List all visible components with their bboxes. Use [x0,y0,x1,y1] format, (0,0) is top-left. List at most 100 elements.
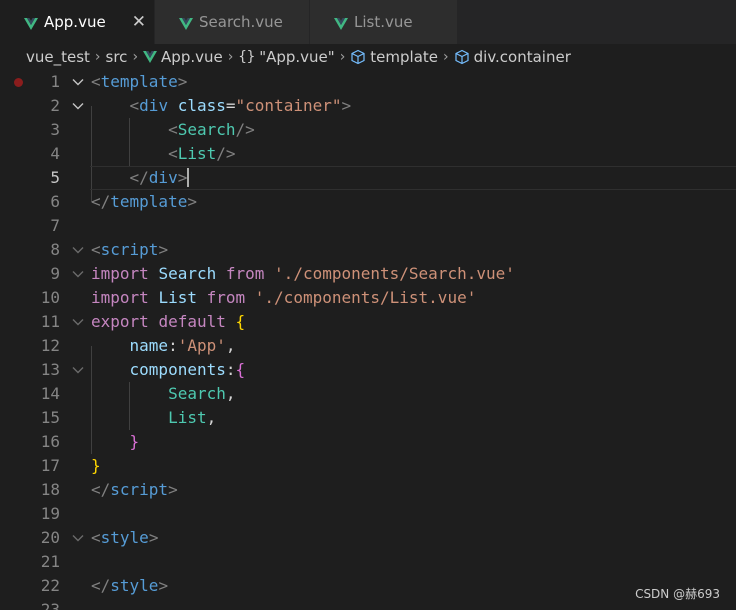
breadcrumb-file-label: App.vue [161,48,223,66]
code-line[interactable]: 9 import Search from './components/Searc… [0,262,736,286]
chevron-down-icon[interactable] [71,70,85,94]
breadcrumb-object-label: "App.vue" [259,48,335,66]
code-text: <Search/> [168,120,255,139]
code-text: } [129,432,140,451]
chevron-down-icon[interactable] [71,262,85,286]
line-number: 7 [50,216,60,235]
tab-list-vue[interactable]: List.vue [310,0,458,44]
breadcrumb-template[interactable]: template [350,48,438,66]
chevron-down-icon[interactable] [71,358,85,382]
breadcrumb-object[interactable]: {} "App.vue" [238,48,334,66]
code-editor[interactable]: 1 <template> 2 <div class="container"> 3… [0,70,736,610]
tab-bar: App.vue ✕ Search.vue List.vue [0,0,736,44]
line-number: 9 [50,264,60,283]
code-line[interactable]: 16 } [0,430,736,454]
line-number: 6 [50,192,60,211]
breadcrumb-element-label: div.container [473,48,571,66]
line-number: 18 [40,480,60,499]
chevron-right-icon: › [227,49,234,65]
vue-icon [143,51,158,63]
code-text: components:{ [129,360,246,379]
line-number: 21 [40,552,60,571]
code-text: List, [168,408,217,427]
tab-search-vue[interactable]: Search.vue [155,0,310,44]
code-text: </style> [91,576,169,595]
code-text: import List from './components/List.vue' [91,288,477,307]
code-line[interactable]: 14 Search, [0,382,736,406]
code-text: <List/> [168,144,236,163]
line-number: 8 [50,240,60,259]
line-number: 19 [40,504,60,523]
chevron-down-icon[interactable] [71,310,85,334]
code-text: <template> [91,72,188,91]
cube-icon [454,49,470,65]
watermark: CSDN @赫693 [635,587,720,601]
code-line[interactable]: 19 [0,502,736,526]
line-number: 10 [40,288,60,307]
code-text: </div> [129,168,190,187]
code-line[interactable]: 6 </template> [0,190,736,214]
chevron-down-icon[interactable] [71,94,85,118]
line-number: 2 [50,96,60,115]
cube-icon [350,49,366,65]
breadcrumb-folder-vue-test[interactable]: vue_test [26,48,90,66]
tab-label: App.vue [44,13,106,31]
breadcrumb-file[interactable]: App.vue [143,48,223,66]
code-line[interactable]: 11 export default { [0,310,736,334]
code-text: import Search from './components/Search.… [91,264,515,283]
close-icon[interactable]: ✕ [132,12,146,32]
code-line[interactable]: 18 </script> [0,478,736,502]
line-number: 13 [40,360,60,379]
code-line[interactable]: 22 </style> [0,574,736,598]
chevron-right-icon: › [443,49,449,65]
code-text: <style> [91,528,159,547]
chevron-right-icon: › [132,49,139,65]
code-text: export default { [91,312,246,331]
code-line[interactable]: 12 name:'App', [0,334,736,358]
tab-app-vue[interactable]: App.vue ✕ [0,0,155,44]
code-text: </template> [91,192,197,211]
chevron-right-icon: › [339,49,346,65]
tab-label: Search.vue [199,13,283,31]
code-line[interactable]: 20 <style> [0,526,736,550]
chevron-right-icon: › [94,49,101,65]
code-line[interactable]: 13 components:{ [0,358,736,382]
line-number: 15 [40,408,60,427]
line-number: 22 [40,576,60,595]
code-line[interactable]: 3 <Search/> [0,118,736,142]
vue-icon [179,16,193,30]
line-number: 3 [50,120,60,139]
code-line[interactable]: 1 <template> [0,70,736,94]
code-text: <script> [91,240,169,259]
breadcrumb-template-label: template [370,48,439,66]
code-text: name:'App', [129,336,236,355]
code-line[interactable]: 4 <List/> [0,142,736,166]
code-text: } [91,456,101,475]
code-text: </script> [91,480,178,499]
line-number: 11 [40,312,60,331]
breadcrumb: vue_test › src › App.vue › {} "App.vue" … [0,44,736,70]
code-line[interactable]: 17 } [0,454,736,478]
breadcrumb-folder-src[interactable]: src [106,48,128,66]
code-line[interactable]: 21 [0,550,736,574]
breadcrumb-element[interactable]: div.container [454,48,571,66]
code-line[interactable]: 7 [0,214,736,238]
line-number: 16 [40,432,60,451]
line-number: 17 [40,456,60,475]
line-number: 12 [40,336,60,355]
line-number: 23 [40,600,60,610]
line-number: 14 [40,384,60,403]
code-line[interactable]: 23 [0,598,736,610]
code-line[interactable]: 8 <script> [0,238,736,262]
chevron-down-icon[interactable] [71,526,85,550]
vue-icon [24,16,38,30]
line-number: 4 [50,144,60,163]
chevron-down-icon[interactable] [71,238,85,262]
vue-icon [334,16,348,30]
code-line[interactable]: 2 <div class="container"> [0,94,736,118]
code-line[interactable]: 10 import List from './components/List.v… [0,286,736,310]
line-number: 5 [50,168,60,187]
code-line[interactable]: 15 List, [0,406,736,430]
braces-icon: {} [238,49,256,65]
code-line[interactable]: 5 </div> [0,166,736,190]
